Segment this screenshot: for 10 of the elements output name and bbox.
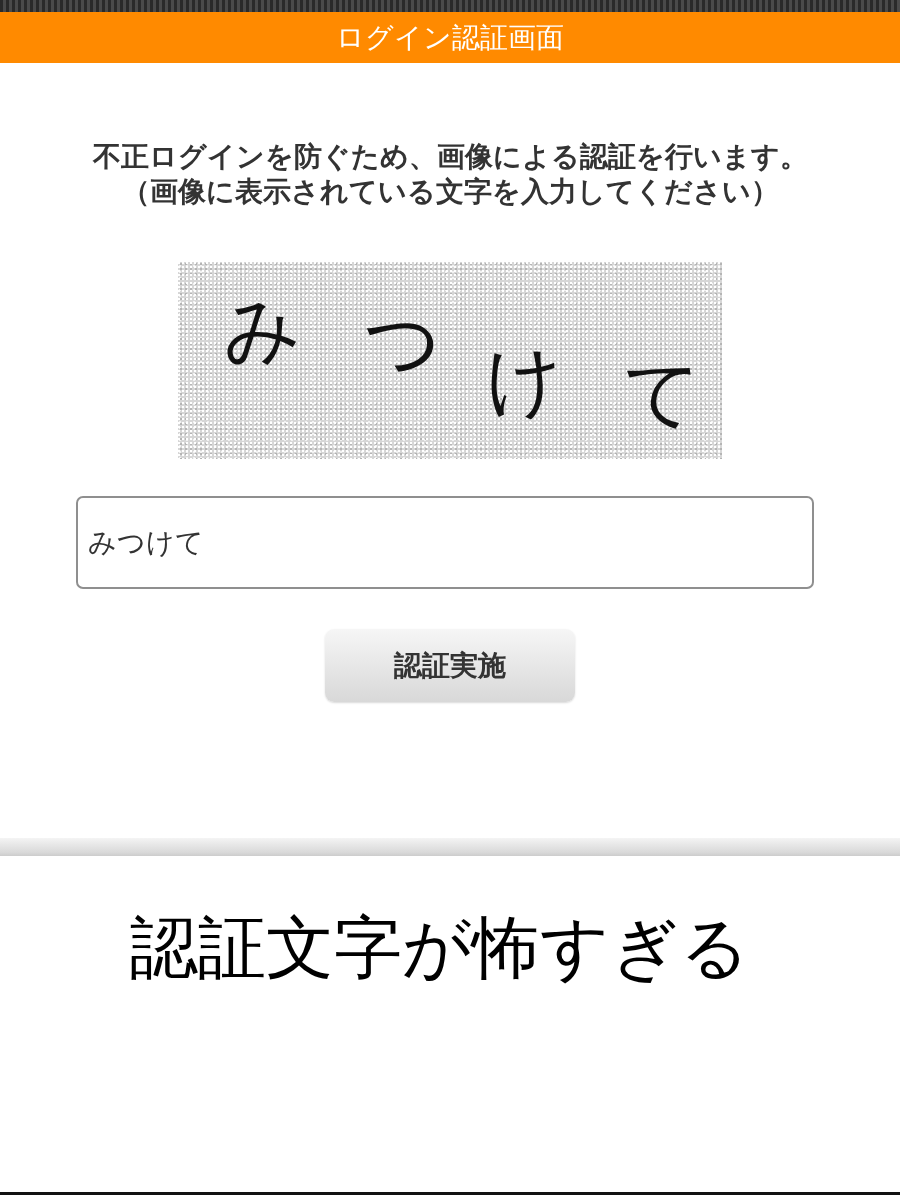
instruction-text: 不正ログインを防ぐため、画像による認証を行います。	[92, 139, 808, 174]
submit-button[interactable]: 認証実施	[325, 629, 575, 702]
instruction-text: （画像に表示されている文字を入力してください）	[121, 174, 779, 209]
captcha-character: て	[618, 350, 704, 434]
captcha-character: け	[484, 340, 566, 420]
answer-field[interactable]: みつけて	[76, 496, 814, 589]
captcha-character: み	[218, 288, 304, 372]
caption-text: 認証文字が怖すぎる	[130, 907, 750, 989]
captcha-character: つ	[361, 301, 445, 383]
header-title: ログイン認証画面	[336, 23, 564, 52]
